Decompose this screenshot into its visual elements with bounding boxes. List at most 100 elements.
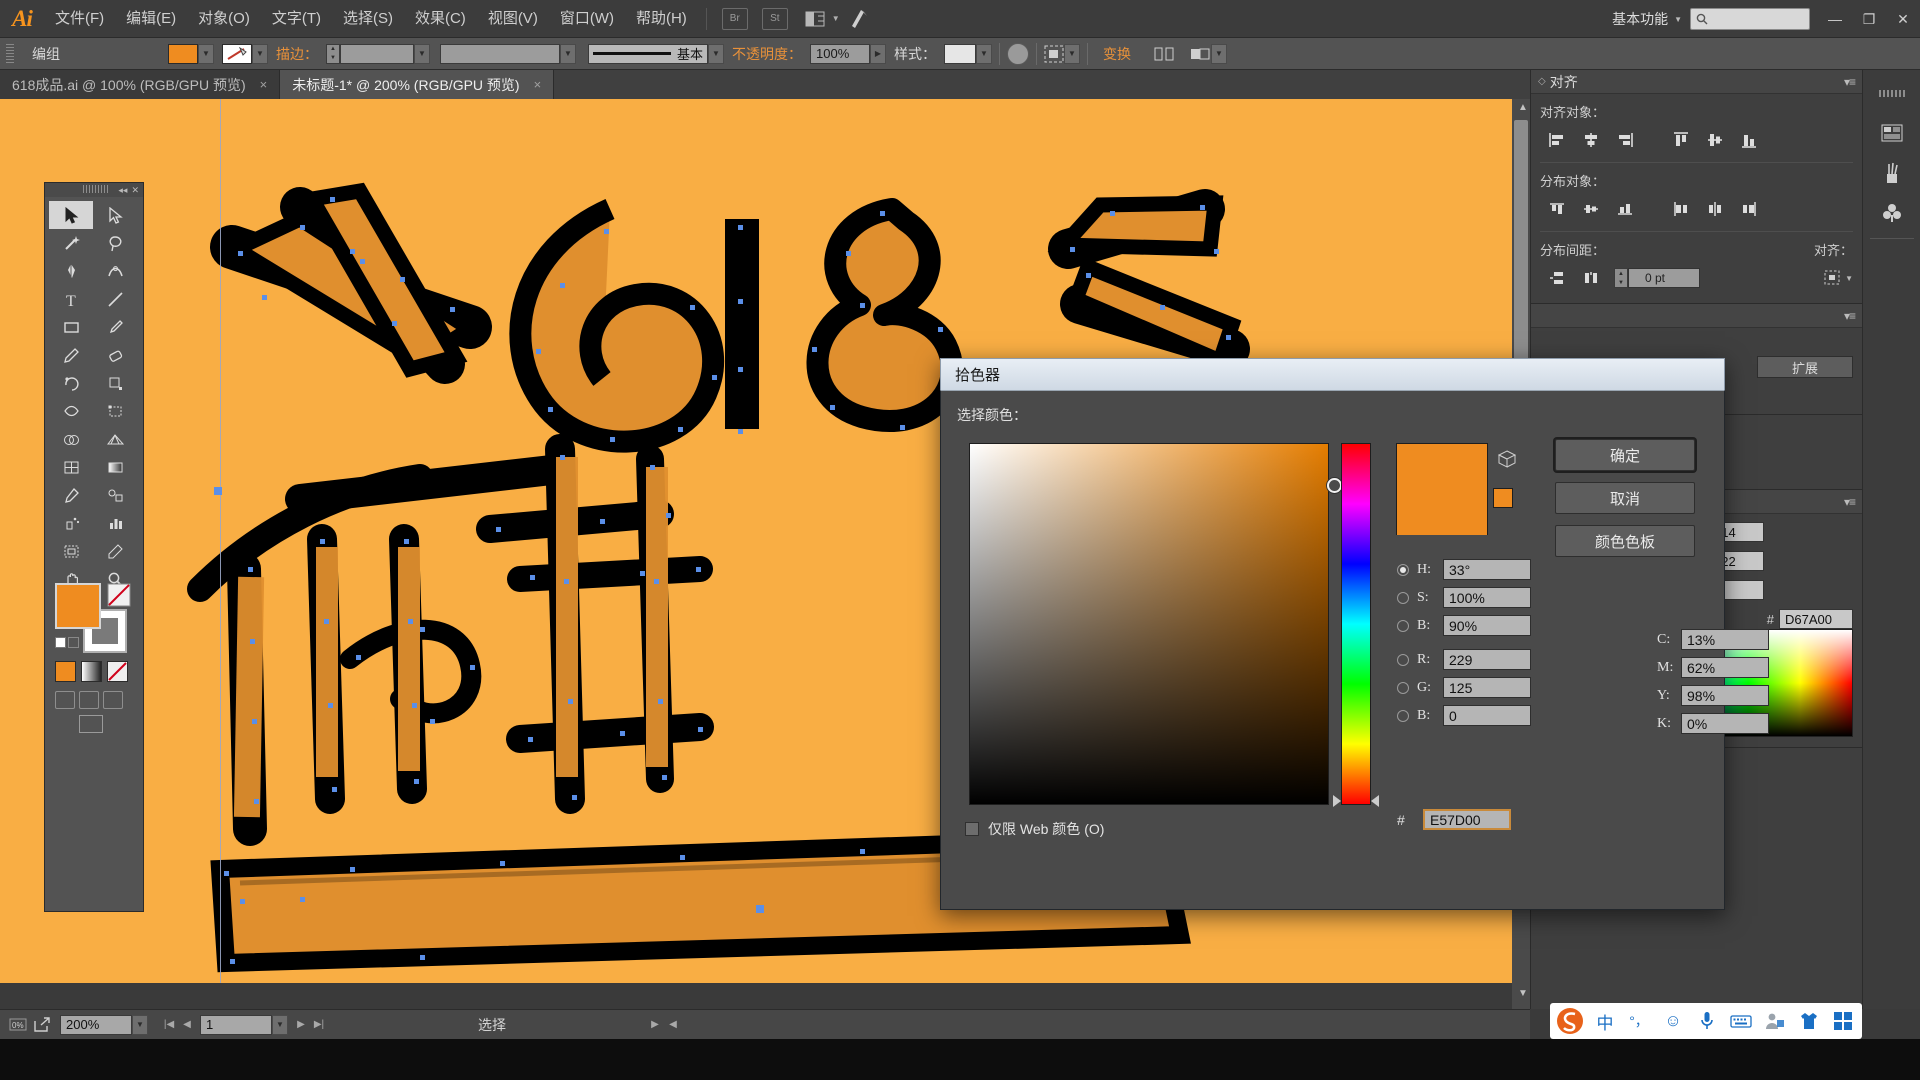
web-safe-swatch[interactable]	[1493, 488, 1513, 508]
none-swatch[interactable]	[107, 583, 133, 609]
gradient-swatch-button[interactable]	[81, 661, 102, 682]
search-input[interactable]	[1690, 8, 1810, 30]
hue-slider-arrow-left[interactable]	[1333, 795, 1341, 807]
align-horizontal-center-button[interactable]	[1574, 127, 1608, 153]
column-graph-tool[interactable]	[93, 509, 137, 537]
magic-wand-tool[interactable]	[49, 229, 93, 257]
document-tab-1[interactable]: 618成品.ai @ 100% (RGB/GPU 预览) ×	[0, 70, 281, 99]
microphone-icon[interactable]	[1690, 1005, 1724, 1037]
tools-collapse-icon[interactable]: ◂◂	[118, 185, 127, 196]
radio-b-blue[interactable]	[1397, 709, 1409, 722]
color-field[interactable]	[969, 443, 1329, 805]
eraser-tool[interactable]	[93, 341, 137, 369]
arrange-documents-icon[interactable]	[802, 8, 828, 30]
swap-fill-stroke-icon[interactable]	[68, 637, 79, 648]
stroke-style-dropdown-icon[interactable]: ▼	[560, 43, 576, 64]
align-top-button[interactable]	[1664, 127, 1698, 153]
transform-panel-menu-icon[interactable]: ▾≡	[1844, 309, 1856, 323]
radio-g[interactable]	[1397, 681, 1409, 694]
tools-panel-grip[interactable]	[83, 185, 109, 193]
isolate-icon[interactable]	[1153, 45, 1175, 63]
input-k[interactable]: 0%	[1681, 713, 1769, 734]
style-dropdown-icon[interactable]: ▼	[976, 43, 992, 64]
fill-dropdown-icon[interactable]: ▼	[198, 43, 214, 64]
curvature-tool[interactable]	[93, 257, 137, 285]
align-dropdown[interactable]: ▼	[1044, 43, 1080, 64]
color-hex-input[interactable]: D67A00	[1779, 609, 1853, 629]
mask-chevron-icon[interactable]: ▼	[1211, 43, 1227, 64]
perspective-grid-tool[interactable]	[93, 425, 137, 453]
bridge-icon[interactable]: Br	[721, 7, 748, 30]
line-segment-tool[interactable]	[93, 285, 137, 313]
scroll-up-icon[interactable]: ▲	[1518, 102, 1528, 113]
opacity-input[interactable]: 100%	[810, 43, 870, 64]
document-tab-1-close-icon[interactable]: ×	[260, 77, 268, 92]
align-bottom-button[interactable]	[1732, 127, 1766, 153]
shirt-icon[interactable]	[1792, 1005, 1826, 1037]
radio-r[interactable]	[1397, 653, 1409, 666]
rectangle-tool[interactable]	[49, 313, 93, 341]
blend-tool[interactable]	[93, 481, 137, 509]
align-panel-header[interactable]: ◇ 对齐 ▾≡	[1531, 70, 1862, 94]
close-button[interactable]: ✕	[1886, 0, 1920, 38]
symbol-sprayer-tool[interactable]	[49, 509, 93, 537]
workspace-chevron-icon[interactable]: ▼	[1674, 15, 1682, 24]
web-only-checkbox[interactable]	[965, 822, 979, 836]
input-g[interactable]: 125	[1443, 677, 1531, 698]
hue-slider-arrow-right[interactable]	[1371, 795, 1379, 807]
last-artboard-icon[interactable]: ▶|	[310, 1015, 328, 1035]
menu-object[interactable]: 对象(O)	[187, 0, 261, 38]
stroke-profile-preview[interactable]: 基本	[588, 43, 708, 64]
distribute-horizontal-space-button[interactable]	[1574, 265, 1608, 291]
artboard-number-input[interactable]: 1	[200, 1014, 272, 1035]
symbols-icon[interactable]	[1875, 198, 1909, 228]
stroke-dropdown-icon[interactable]: ▼	[252, 43, 268, 64]
full-screen-menu-mode-icon[interactable]	[79, 691, 99, 709]
opacity-dropdown-icon[interactable]: ▶	[870, 43, 886, 64]
menu-window[interactable]: 窗口(W)	[549, 0, 625, 38]
percent-icon[interactable]: 0%	[6, 1014, 30, 1036]
menu-type[interactable]: 文字(T)	[261, 0, 332, 38]
spacing-input[interactable]: 0 pt	[1628, 268, 1700, 288]
none-swatch-button[interactable]	[107, 661, 128, 682]
input-b-brightness[interactable]: 90%	[1443, 615, 1531, 636]
align-chevron-icon[interactable]: ▼	[1064, 43, 1080, 64]
color-picker-title-bar[interactable]: 拾色器	[940, 358, 1725, 390]
restore-button[interactable]: ❐	[1852, 0, 1886, 38]
status-menu-icon[interactable]: ▶	[646, 1015, 664, 1035]
keyboard-icon[interactable]	[1724, 1005, 1758, 1037]
first-artboard-icon[interactable]: |◀	[160, 1015, 178, 1035]
color-swatch-button[interactable]	[55, 661, 76, 682]
zoom-dropdown-icon[interactable]: ▼	[132, 1014, 148, 1035]
gradient-tool[interactable]	[93, 453, 137, 481]
stroke-color-button[interactable]	[222, 43, 252, 64]
behance-icon[interactable]	[847, 8, 873, 30]
stroke-weight-input[interactable]	[340, 43, 414, 64]
distribute-vertical-space-button[interactable]	[1540, 265, 1574, 291]
spacing-stepper[interactable]: ▲ ▼	[1614, 268, 1628, 288]
menu-effect[interactable]: 效果(C)	[404, 0, 477, 38]
eyedropper-tool[interactable]	[49, 481, 93, 509]
sogou-logo-icon[interactable]	[1552, 1005, 1588, 1037]
color-field-cursor[interactable]	[1327, 478, 1342, 493]
rail-grip[interactable]	[1875, 78, 1909, 108]
tools-panel-header[interactable]: ◂◂ ✕	[45, 183, 143, 197]
fill-swatch[interactable]	[55, 583, 101, 629]
transform-label[interactable]: 变换	[1095, 44, 1139, 64]
control-bar-grip[interactable]	[6, 43, 14, 64]
stock-icon[interactable]: St	[761, 7, 788, 30]
distribute-horizontal-left-button[interactable]	[1664, 196, 1698, 222]
expand-button[interactable]: 扩展	[1757, 356, 1853, 378]
brushes-icon[interactable]	[1875, 158, 1909, 188]
status-scroll-left-icon[interactable]: ◀	[664, 1015, 682, 1035]
libraries-icon[interactable]	[1875, 118, 1909, 148]
change-screen-mode-button[interactable]	[79, 715, 103, 733]
selection-handle-left[interactable]	[214, 487, 222, 495]
artboard-tool[interactable]	[49, 537, 93, 565]
free-transform-tool[interactable]	[93, 397, 137, 425]
direct-selection-tool[interactable]	[93, 201, 137, 229]
transform-panel-header[interactable]: ▾≡	[1531, 304, 1862, 328]
pen-tool[interactable]	[49, 257, 93, 285]
person-icon[interactable]	[1758, 1005, 1792, 1037]
minimize-button[interactable]: —	[1818, 0, 1852, 38]
